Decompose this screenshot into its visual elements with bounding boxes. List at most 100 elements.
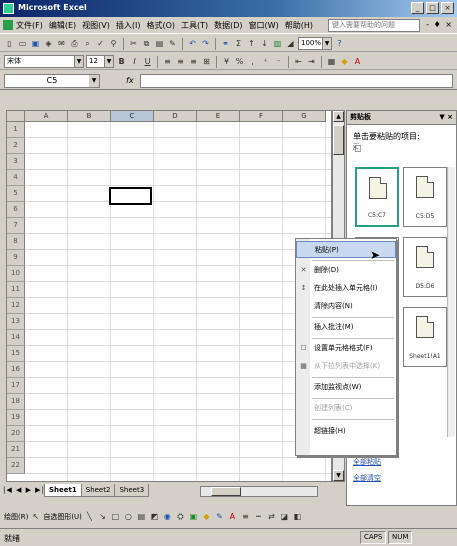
select-objects-icon[interactable]: ↖ (30, 511, 41, 522)
fill-color-icon[interactable]: ◆ (201, 511, 212, 522)
shadow-icon[interactable]: ◪ (279, 511, 290, 522)
task-pane-scrollbar[interactable] (447, 167, 455, 437)
open-icon[interactable]: ▭ (17, 38, 28, 49)
clipboard-item[interactable]: D5:D6 (403, 237, 447, 297)
dash-style-icon[interactable]: ┅ (253, 511, 264, 522)
zoom-combo[interactable]: 100% ▼ (298, 37, 332, 50)
column-header[interactable]: F (240, 111, 283, 122)
3d-icon[interactable]: ◧ (292, 511, 303, 522)
active-cell[interactable] (109, 187, 152, 205)
maximize-button[interactable]: □ (426, 2, 439, 14)
scroll-up-button[interactable]: ▲ (333, 111, 344, 122)
insert-function-icon[interactable]: fx (126, 76, 134, 85)
clear-all-link[interactable]: 全部清空 (353, 473, 381, 483)
draw-menu-button[interactable]: 绘图(R) (4, 512, 28, 522)
row-header[interactable]: 17 (7, 378, 25, 394)
column-header[interactable]: G (283, 111, 326, 122)
close-icon[interactable]: ▼ × (439, 111, 453, 124)
email-icon[interactable]: ✉ (56, 38, 67, 49)
arrow-style-icon[interactable]: ⇄ (266, 511, 277, 522)
row-header[interactable]: 8 (7, 234, 25, 250)
row-header[interactable]: 13 (7, 314, 25, 330)
font-name-combo[interactable]: 宋体 ▼ (4, 55, 84, 68)
clipart-icon[interactable]: ⛭ (175, 511, 186, 522)
font-size-combo[interactable]: 12 ▼ (86, 55, 114, 68)
help-question-input[interactable]: 键入需要帮助的问题 (328, 19, 420, 32)
row-header[interactable]: 22 (7, 458, 25, 474)
drawing-icon[interactable]: ◢ (285, 38, 296, 49)
textbox-icon[interactable]: ▤ (136, 511, 147, 522)
row-header[interactable]: 15 (7, 346, 25, 362)
close-button[interactable]: × (441, 2, 454, 14)
menu-item-insert-comment[interactable]: 插入批注(M) (296, 319, 396, 336)
wordart-icon[interactable]: ◩ (149, 511, 160, 522)
menu-item-hyperlink[interactable]: 超链接(H) (296, 423, 396, 440)
menu-tools[interactable]: 工具(T) (181, 20, 208, 31)
menu-item-pick-from-list[interactable]: ▦ 从下拉列表中选择(K) (296, 358, 396, 375)
undo-icon[interactable]: ↶ (187, 38, 198, 49)
row-header[interactable]: 19 (7, 410, 25, 426)
row-header[interactable]: 2 (7, 138, 25, 154)
menu-format[interactable]: 格式(O) (146, 20, 175, 31)
autosum-icon[interactable]: Σ (233, 38, 244, 49)
menu-view[interactable]: 视图(V) (82, 20, 110, 31)
menu-data[interactable]: 数据(D) (214, 20, 242, 31)
chart-wizard-icon[interactable]: ▥ (272, 38, 283, 49)
autoshapes-menu-button[interactable]: 自选图形(U) (43, 512, 82, 522)
tab-sheet3[interactable]: Sheet3 (114, 484, 150, 497)
menu-help[interactable]: 帮助(H) (285, 20, 313, 31)
hyperlink-icon[interactable]: ⚭ (220, 38, 231, 49)
align-right-icon[interactable]: ≡ (188, 56, 199, 67)
menu-item-paste[interactable]: 粘贴(P) (296, 241, 396, 258)
print-preview-icon[interactable]: ⌕ (82, 38, 93, 49)
paste-all-link[interactable]: 全部粘贴 (353, 457, 381, 467)
row-header[interactable]: 6 (7, 202, 25, 218)
underline-icon[interactable]: U (142, 56, 153, 67)
menu-edit[interactable]: 编辑(E) (49, 20, 76, 31)
format-painter-icon[interactable]: ✎ (167, 38, 178, 49)
select-all-corner[interactable] (7, 111, 25, 122)
font-color-icon[interactable]: A (227, 511, 238, 522)
sort-descending-icon[interactable]: ↓ (259, 38, 270, 49)
row-header[interactable]: 7 (7, 218, 25, 234)
percent-icon[interactable]: % (234, 56, 245, 67)
row-header[interactable]: 5 (7, 186, 25, 202)
column-header[interactable]: C (111, 111, 154, 122)
formula-input[interactable] (140, 74, 453, 88)
row-header[interactable]: 1 (7, 122, 25, 138)
name-box[interactable]: C5 ▼ (4, 74, 100, 88)
line-icon[interactable]: ╲ (84, 511, 95, 522)
menu-insert[interactable]: 插入(I) (116, 20, 141, 31)
menu-item-create-list[interactable]: 创建列表(C) (296, 400, 396, 417)
row-header[interactable]: 21 (7, 442, 25, 458)
row-header[interactable]: 16 (7, 362, 25, 378)
scroll-down-button[interactable]: ▼ (333, 470, 344, 481)
save-icon[interactable]: ▣ (30, 38, 41, 49)
print-icon[interactable]: ⎙ (69, 38, 80, 49)
clipboard-icon[interactable]: ⎗ (353, 143, 361, 154)
chevron-down-icon[interactable]: ▼ (104, 56, 113, 67)
column-header[interactable]: B (68, 111, 111, 122)
document-window-controls[interactable]: - ♦ × (426, 20, 453, 29)
menu-item-add-watch[interactable]: 添加监视点(W) (296, 379, 396, 396)
decrease-indent-icon[interactable]: ⇤ (293, 56, 304, 67)
copy-icon[interactable]: ⧉ (141, 38, 152, 49)
menu-item-format-cells[interactable]: ☐ 设置单元格格式(F) (296, 340, 396, 357)
row-header[interactable]: 10 (7, 266, 25, 282)
row-header[interactable]: 9 (7, 250, 25, 266)
sort-ascending-icon[interactable]: ↑ (246, 38, 257, 49)
clipboard-item[interactable]: C5:C7 (355, 167, 399, 227)
research-icon[interactable]: ⚲ (108, 38, 119, 49)
arrow-icon[interactable]: ↘ (97, 511, 108, 522)
paste-icon[interactable]: ▤ (154, 38, 165, 49)
italic-icon[interactable]: I (129, 56, 140, 67)
row-header[interactable]: 14 (7, 330, 25, 346)
oval-icon[interactable]: ○ (123, 511, 134, 522)
menu-item-insert-cells[interactable]: ↕ 在此处插入单元格(I) (296, 280, 396, 297)
menu-file[interactable]: 文件(F) (16, 20, 43, 31)
new-icon[interactable]: ▯ (4, 38, 15, 49)
menu-item-delete[interactable]: ✕ 删除(D) (296, 262, 396, 279)
spelling-icon[interactable]: ✓ (95, 38, 106, 49)
scroll-thumb[interactable] (211, 487, 241, 496)
diagram-icon[interactable]: ◉ (162, 511, 173, 522)
